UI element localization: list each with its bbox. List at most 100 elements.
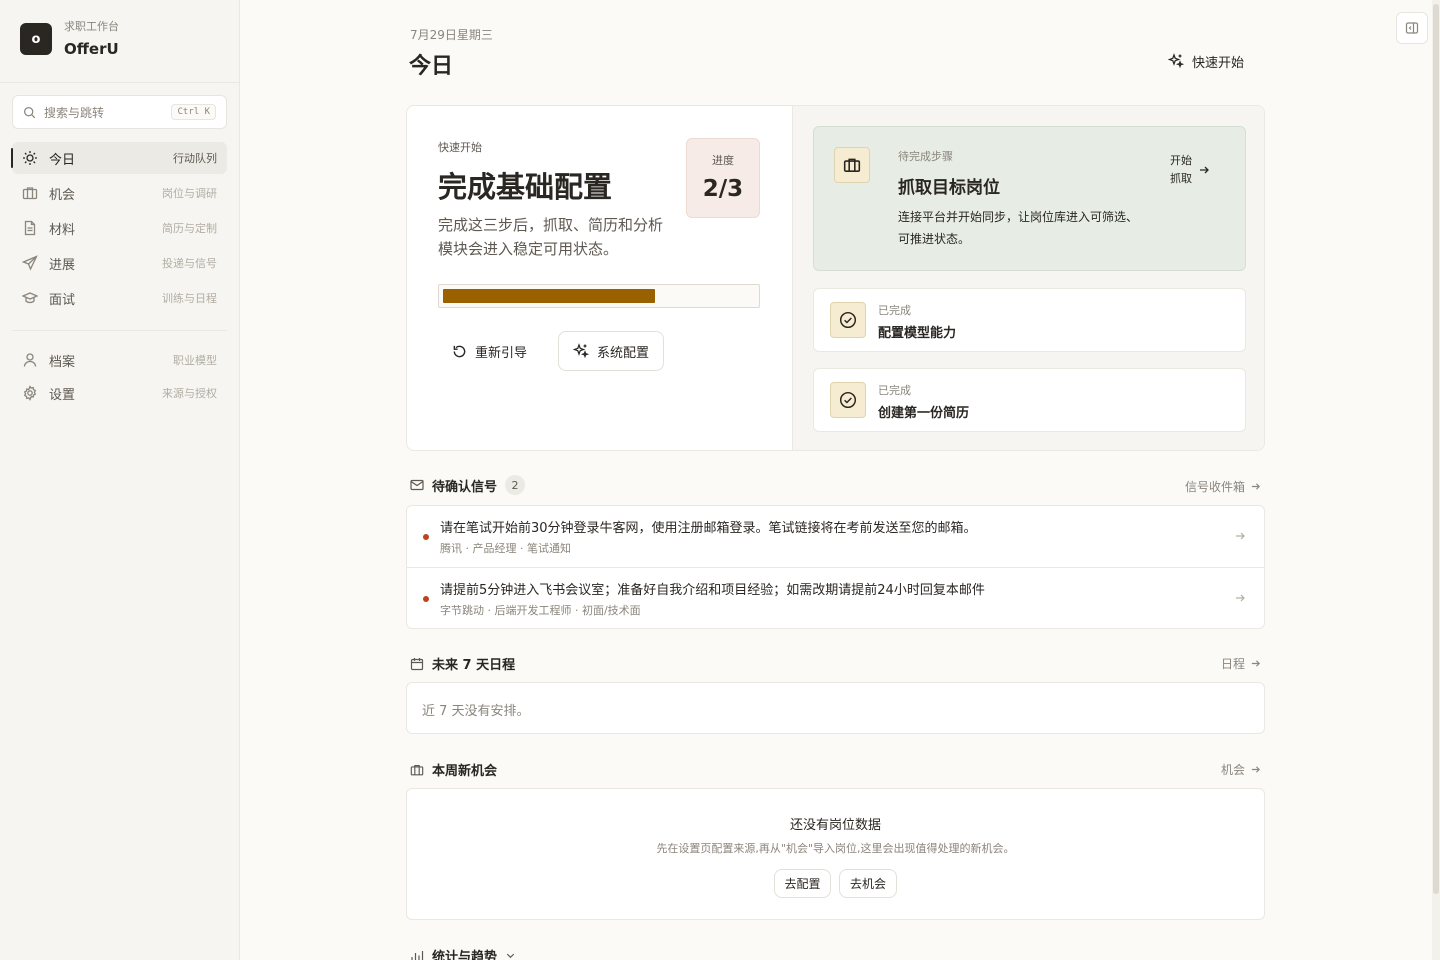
system-config-label: 系统配置	[597, 345, 650, 361]
sidebar-item-profile[interactable]: 档案 职业模型	[12, 344, 227, 376]
setup-card: 快速开始 完成基础配置 完成这三步后，抓取、简历和分析模块会进入稳定可用状态。 …	[406, 105, 1265, 451]
schedule-header: 未来 7 天日程	[410, 654, 515, 673]
signals-count-badge: 2	[505, 475, 526, 495]
go-config-button[interactable]: 去配置	[774, 869, 831, 898]
gear-icon	[23, 385, 37, 401]
sidebar-item-hint: 岗位与调研	[162, 187, 217, 200]
send-icon	[22, 255, 38, 271]
arrow-right-icon	[1236, 594, 1245, 602]
search-shortcut: Ctrl K	[171, 104, 216, 120]
calendar-icon	[410, 657, 424, 670]
app-logo: o	[20, 23, 52, 55]
sidebar-item-label: 档案	[49, 354, 76, 370]
sidebar-item-label: 机会	[49, 187, 76, 203]
system-config-button[interactable]: 系统配置	[558, 331, 665, 371]
pending-step-title: 抓取目标岗位	[898, 178, 1000, 198]
signals-inbox-link[interactable]: 信号收件箱	[1185, 478, 1261, 495]
sidebar-item-hint: 行动队列	[173, 152, 217, 165]
sidebar-item-hint: 简历与定制	[162, 222, 217, 235]
signal-item[interactable]: 请提前5分钟进入飞书会议室；准备好自我介绍和项目经验；如需改期请提前24小时回复…	[407, 568, 1264, 629]
done-step-kicker: 已完成	[878, 384, 911, 397]
opportunities-link[interactable]: 机会	[1221, 761, 1261, 778]
sidebar-item-materials[interactable]: 材料 简历与定制	[12, 212, 227, 244]
done-step-kicker: 已完成	[878, 304, 911, 317]
done-step-card: 已完成 配置模型能力	[813, 288, 1246, 352]
restart-guide-button[interactable]: 重新引导	[446, 335, 533, 367]
user-icon	[23, 353, 37, 367]
opportunities-header: 本周新机会	[410, 760, 497, 779]
sidebar-item-settings[interactable]: 设置 来源与授权	[12, 377, 227, 409]
signal-item[interactable]: 请在笔试开始前30分钟登录牛客网，使用注册邮箱登录。笔试链接将在考前发送至您的邮…	[407, 506, 1264, 567]
arrow-right-icon	[1251, 483, 1261, 490]
document-icon	[24, 220, 36, 236]
arrow-right-icon	[1251, 660, 1261, 667]
setup-kicker: 快速开始	[438, 141, 482, 154]
quick-start-label: 快速开始	[1192, 55, 1245, 71]
current-date: 7月29日星期三	[410, 28, 493, 42]
chevron-down-icon	[506, 953, 515, 959]
schedule-link[interactable]: 日程	[1221, 655, 1261, 672]
schedule-card: 近 7 天没有安排。	[406, 682, 1265, 734]
signal-meta: 腾讯 · 产品经理 · 笔试通知	[440, 542, 571, 555]
signal-meta: 字节跳动 · 后端开发工程师 · 初面/技术面	[440, 604, 641, 617]
progress-value: 2/3	[702, 176, 744, 202]
quick-start-button[interactable]: 快速开始	[1160, 47, 1252, 75]
go-opportunities-button[interactable]: 去机会	[839, 869, 897, 898]
signals-header: 待确认信号 2	[410, 475, 526, 495]
unread-dot	[423, 534, 429, 540]
stats-title: 统计与趋势	[432, 950, 498, 960]
sidebar-item-label: 今日	[49, 152, 76, 168]
sidebar-item-label: 设置	[49, 387, 76, 403]
schedule-empty-text: 近 7 天没有安排。	[422, 704, 530, 719]
done-step-title: 创建第一份简历	[878, 406, 970, 421]
progress-bar-fill	[443, 289, 656, 303]
toggle-panel-button[interactable]	[1396, 12, 1428, 44]
done-step-title: 配置模型能力	[878, 326, 957, 341]
setup-steps-panel: 待完成步骤 抓取目标岗位 连接平台并开始同步，让岗位库进入可筛选、可推进状态。 …	[792, 106, 1264, 450]
sidebar-item-opportunities[interactable]: 机会 岗位与调研	[12, 177, 227, 209]
sidebar-item-hint: 投递与信号	[162, 257, 217, 270]
sidebar-item-label: 材料	[49, 222, 76, 238]
schedule-link-label: 日程	[1221, 657, 1246, 671]
arrow-right-icon	[1236, 532, 1245, 540]
brand[interactable]: o 求职工作台 OfferU	[20, 20, 119, 58]
briefcase-icon	[22, 187, 38, 200]
page-title: 今日	[409, 54, 454, 79]
search-icon	[24, 106, 36, 118]
sidebar-item-label: 面试	[49, 292, 76, 308]
briefcase-icon	[834, 147, 870, 183]
start-scrape-label: 开始抓取	[1170, 154, 1192, 185]
graduation-cap-icon	[22, 292, 38, 304]
progress-badge: 进度 2/3	[686, 138, 760, 218]
signals-title: 待确认信号	[432, 479, 498, 495]
stats-header[interactable]: 统计与趋势	[410, 946, 516, 960]
search-input[interactable]: 搜索与跳转 Ctrl K	[12, 95, 227, 129]
setup-title: 完成基础配置	[438, 170, 613, 204]
mail-icon	[410, 479, 424, 491]
pending-step-kicker: 待完成步骤	[898, 150, 953, 163]
opportunities-empty-desc: 先在设置页配置来源,再从"机会"导入岗位,这里会出现值得处理的新机会。	[656, 842, 1015, 855]
sidebar: o 求职工作台 OfferU 搜索与跳转 Ctrl K 今日 行动队列 机会 岗…	[0, 0, 240, 960]
search-placeholder: 搜索与跳转	[44, 105, 105, 120]
sidebar-item-today[interactable]: 今日 行动队列	[11, 142, 227, 174]
signals-list: 请在笔试开始前30分钟登录牛客网，使用注册邮箱登录。笔试链接将在考前发送至您的邮…	[406, 505, 1265, 629]
sidebar-divider	[0, 82, 239, 83]
start-scrape-button[interactable]: 开始抓取	[1170, 152, 1210, 188]
setup-description: 完成这三步后，抓取、简历和分析模块会进入稳定可用状态。	[438, 216, 664, 258]
bar-chart-icon	[411, 950, 424, 960]
sidebar-item-progress[interactable]: 进展 投递与信号	[12, 247, 227, 279]
sparkle-icon	[1168, 53, 1184, 69]
opportunities-card: 还没有岗位数据 先在设置页配置来源,再从"机会"导入岗位,这里会出现值得处理的新…	[406, 788, 1265, 920]
restart-guide-label: 重新引导	[475, 345, 528, 361]
pending-step-description: 连接平台并开始同步，让岗位库进入可筛选、可推进状态。	[898, 210, 1139, 246]
signals-inbox-label: 信号收件箱	[1185, 480, 1246, 494]
progress-label: 进度	[712, 154, 734, 167]
pending-step-card[interactable]: 待完成步骤 抓取目标岗位 连接平台并开始同步，让岗位库进入可筛选、可推进状态。 …	[813, 126, 1246, 271]
briefcase-icon	[410, 764, 424, 775]
sidebar-item-interview[interactable]: 面试 训练与日程	[12, 282, 227, 314]
scrollbar-thumb[interactable]	[1433, 4, 1439, 894]
workspace-label: 求职工作台	[64, 20, 119, 33]
schedule-title: 未来 7 天日程	[432, 658, 516, 673]
refresh-icon	[453, 345, 466, 357]
opportunities-title: 本周新机会	[432, 764, 498, 779]
